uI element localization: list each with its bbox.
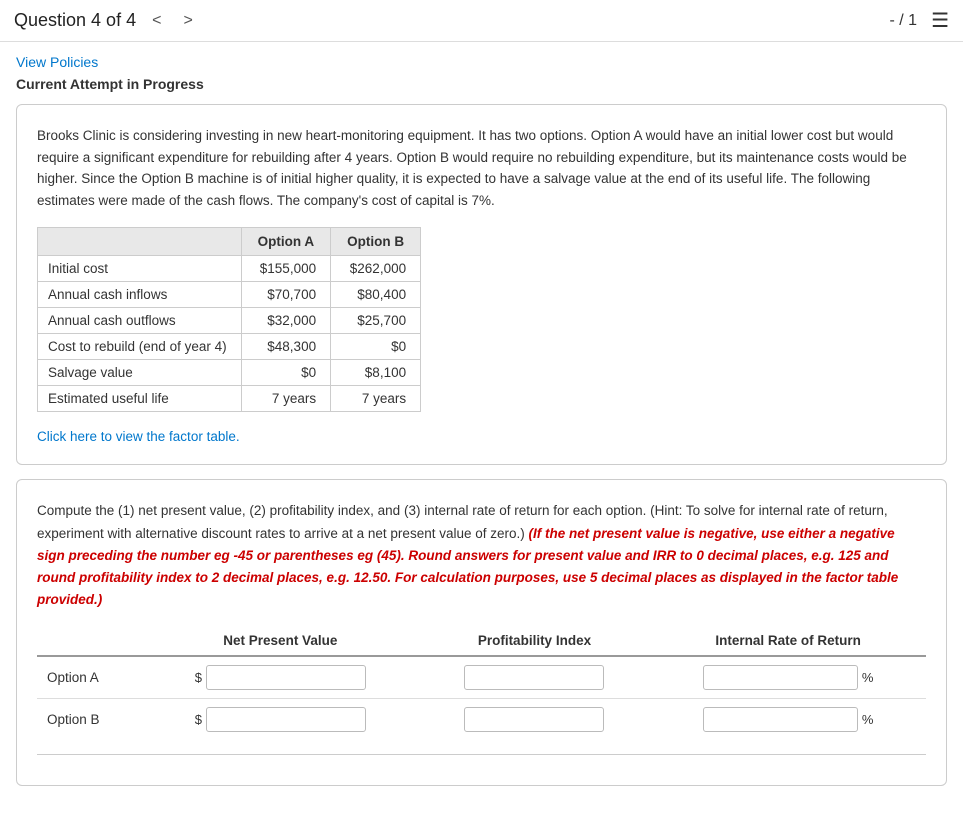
irr-cell: % [650, 698, 926, 740]
answer-row: Option B $% [37, 698, 926, 740]
data-table: Option A Option B Initial cost$155,000$2… [37, 227, 421, 412]
col-header-option-b: Option B [331, 228, 421, 256]
pi-cell [419, 698, 651, 740]
table-cell: $0 [331, 334, 421, 360]
percent-sign: % [862, 670, 874, 685]
prev-button[interactable]: < [146, 10, 167, 32]
option-a-pi-input[interactable] [464, 665, 604, 690]
table-cell: Salvage value [38, 360, 242, 386]
answer-col-pi: Profitability Index [419, 626, 651, 656]
table-cell: Estimated useful life [38, 386, 242, 412]
next-button[interactable]: > [177, 10, 198, 32]
table-cell: $262,000 [331, 256, 421, 282]
table-cell: Cost to rebuild (end of year 4) [38, 334, 242, 360]
info-card: Brooks Clinic is considering investing i… [16, 104, 947, 465]
answer-table: Net Present Value Profitability Index In… [37, 626, 926, 740]
option-b-label: Option B [37, 698, 142, 740]
percent-sign: % [862, 712, 874, 727]
view-policies-link[interactable]: View Policies [16, 54, 947, 70]
compute-intro: Compute the (1) net present value, (2) p… [37, 500, 926, 611]
header-left: Question 4 of 4 < > [14, 10, 199, 32]
table-cell: $48,300 [241, 334, 331, 360]
table-cell: $155,000 [241, 256, 331, 282]
factor-link[interactable]: Click here to view the factor table. [37, 429, 240, 444]
dollar-sign: $ [195, 670, 202, 685]
table-cell: $25,700 [331, 308, 421, 334]
table-cell: $32,000 [241, 308, 331, 334]
npv-cell: $ [142, 656, 419, 699]
table-cell: 7 years [241, 386, 331, 412]
option-b-irr-input[interactable] [703, 707, 858, 732]
irr-cell: % [650, 656, 926, 699]
header-right: - / 1 ☰ [890, 8, 950, 33]
table-cell: $70,700 [241, 282, 331, 308]
table-cell: Initial cost [38, 256, 242, 282]
header: Question 4 of 4 < > - / 1 ☰ [0, 0, 963, 42]
menu-icon[interactable]: ☰ [931, 8, 949, 33]
table-cell: $8,100 [331, 360, 421, 386]
bottom-bar [37, 754, 926, 765]
score-label: - / 1 [890, 12, 918, 30]
body-content: View Policies Current Attempt in Progres… [0, 42, 963, 798]
col-header-blank [38, 228, 242, 256]
question-label: Question 4 of 4 [14, 10, 136, 31]
table-cell: Annual cash outflows [38, 308, 242, 334]
dollar-sign: $ [195, 712, 202, 727]
table-cell: 7 years [331, 386, 421, 412]
answer-row: Option A $% [37, 656, 926, 699]
npv-cell: $ [142, 698, 419, 740]
attempt-label: Current Attempt in Progress [16, 76, 947, 92]
option-a-label: Option A [37, 656, 142, 699]
option-b-npv-input[interactable] [206, 707, 366, 732]
col-header-option-a: Option A [241, 228, 331, 256]
option-a-irr-input[interactable] [703, 665, 858, 690]
table-cell: Annual cash inflows [38, 282, 242, 308]
answer-col-label [37, 626, 142, 656]
table-cell: $0 [241, 360, 331, 386]
option-a-npv-input[interactable] [206, 665, 366, 690]
info-paragraph: Brooks Clinic is considering investing i… [37, 125, 926, 211]
compute-card: Compute the (1) net present value, (2) p… [16, 479, 947, 785]
option-b-pi-input[interactable] [464, 707, 604, 732]
answer-col-npv: Net Present Value [142, 626, 419, 656]
pi-cell [419, 656, 651, 699]
answer-col-irr: Internal Rate of Return [650, 626, 926, 656]
table-cell: $80,400 [331, 282, 421, 308]
